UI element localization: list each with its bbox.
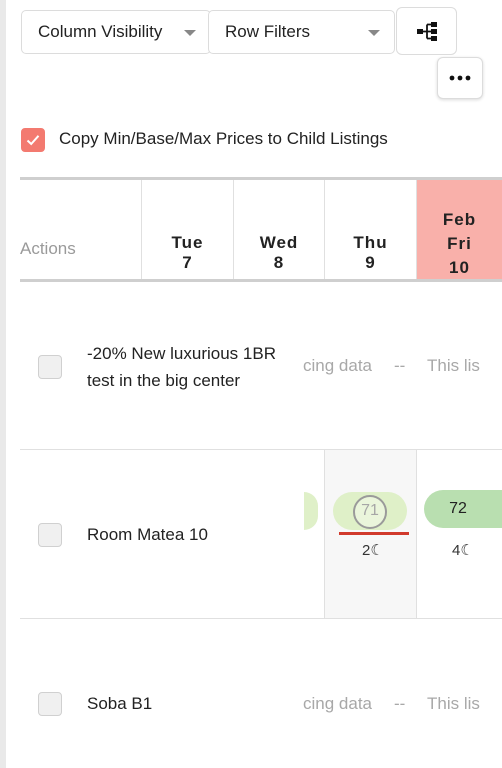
weekday-label: Tue bbox=[171, 233, 204, 252]
row-divider bbox=[20, 449, 502, 450]
checkmark-icon bbox=[26, 135, 40, 146]
row-filters-label: Row Filters bbox=[225, 22, 311, 41]
more-horizontal-icon bbox=[449, 75, 471, 81]
column-visibility-label: Column Visibility bbox=[38, 22, 163, 41]
price-pill-fri[interactable]: 72 bbox=[424, 490, 502, 528]
row-select-checkbox[interactable] bbox=[38, 692, 62, 716]
pricing-data-text: cing data bbox=[303, 694, 372, 713]
moon-icon: ☾ bbox=[460, 542, 474, 559]
row-divider bbox=[20, 618, 502, 619]
day-number: 10 bbox=[449, 258, 470, 277]
weekday-label: Thu bbox=[353, 233, 388, 252]
row-filters-dropdown[interactable]: Row Filters bbox=[208, 10, 395, 54]
copy-prices-checkbox[interactable] bbox=[21, 128, 45, 152]
min-nights-thu: 2☾ bbox=[362, 541, 384, 559]
selected-underline bbox=[339, 532, 409, 535]
more-options-button[interactable] bbox=[437, 57, 483, 99]
price-pill-partial[interactable] bbox=[304, 492, 318, 530]
weekday-label: Wed bbox=[259, 233, 299, 252]
day-number: 9 bbox=[365, 253, 376, 272]
day-header-thu[interactable]: Thu 9 bbox=[325, 233, 416, 273]
tree-view-button[interactable] bbox=[396, 7, 457, 55]
moon-icon: ☾ bbox=[370, 542, 384, 559]
column-visibility-dropdown[interactable]: Column Visibility bbox=[21, 10, 211, 54]
copy-prices-label: Copy Min/Base/Max Prices to Child Listin… bbox=[59, 129, 388, 148]
touch-cursor-indicator bbox=[353, 495, 387, 529]
left-edge-scrollbar bbox=[0, 0, 6, 768]
listing-title[interactable]: -20% New luxurious 1BR test in the big c… bbox=[87, 340, 302, 394]
listing-title[interactable]: Soba B1 bbox=[87, 690, 152, 717]
day-number: 8 bbox=[273, 253, 285, 272]
weekday-label: Fri bbox=[447, 234, 472, 253]
pricing-data-text: cing data bbox=[303, 356, 372, 375]
column-divider bbox=[416, 450, 417, 618]
actions-column-header: Actions bbox=[20, 239, 76, 258]
month-label: Feb bbox=[442, 210, 477, 229]
listing-note-text: This lis bbox=[427, 356, 480, 375]
day-header-fri-today[interactable]: Feb Fri 10 bbox=[417, 208, 502, 280]
chevron-down-icon bbox=[368, 30, 380, 36]
day-header-wed[interactable]: Wed 8 bbox=[234, 233, 324, 273]
listing-title[interactable]: Room Matea 10 bbox=[87, 521, 208, 548]
day-header-tue[interactable]: Tue 7 bbox=[142, 233, 233, 273]
price-value: 72 bbox=[449, 500, 467, 517]
chevron-down-icon bbox=[184, 30, 196, 36]
day-number: 7 bbox=[182, 253, 193, 272]
min-nights-fri: 4☾ bbox=[452, 541, 474, 559]
placeholder-dash: -- bbox=[394, 694, 406, 713]
tree-structure-icon bbox=[416, 22, 437, 41]
placeholder-dash: -- bbox=[394, 356, 406, 375]
row-select-checkbox[interactable] bbox=[38, 523, 62, 547]
listing-note-text: This lis bbox=[427, 694, 480, 713]
row-select-checkbox[interactable] bbox=[38, 355, 62, 379]
